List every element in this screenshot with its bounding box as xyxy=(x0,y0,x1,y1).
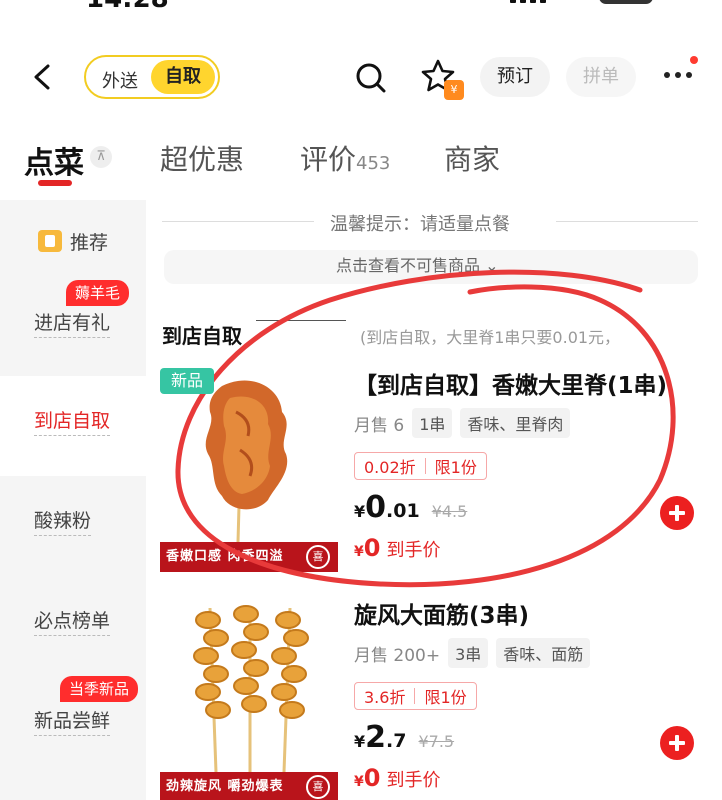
sidebar-badge: 薅羊毛 xyxy=(66,280,130,306)
final-currency: ¥ xyxy=(354,774,364,790)
sidebar-item-hot-sour-noodles[interactable]: 酸辣粉 xyxy=(0,476,146,576)
product-card[interactable]: 新品 香嫩口感 肉香四溢 喜 【到店自取】香嫩大里脊(1串) 月售 6 1串 香… xyxy=(146,368,722,598)
limit-label: 限1份 xyxy=(424,688,467,707)
status-time: 14:28 xyxy=(86,0,169,14)
reviews-count: 453 xyxy=(356,153,391,174)
tab-reviews-label: 评价 xyxy=(300,143,357,176)
section-title: 到店自取 xyxy=(162,324,242,348)
promo-tag: 0.02折 限1份 xyxy=(354,452,487,480)
pickup-option[interactable]: 自取 xyxy=(151,60,215,94)
product-image[interactable]: 香嫩口感 肉香四溢 喜 xyxy=(160,368,338,572)
delivery-option[interactable]: 外送 xyxy=(102,67,138,93)
product-chip: 1串 xyxy=(412,408,453,438)
discount-label: 3.6折 xyxy=(364,688,406,707)
product-name[interactable]: 【到店自取】香嫩大里脊(1串) xyxy=(354,366,667,400)
skewer-meat-illustration xyxy=(205,380,288,543)
sidebar-item-label: 到店自取 xyxy=(34,406,111,436)
sidebar-item-new-items[interactable]: 当季新品 新品尝鲜 xyxy=(0,666,146,766)
back-arrow-icon[interactable] xyxy=(28,62,58,92)
limit-label: 限1份 xyxy=(434,458,477,477)
product-image[interactable]: 劲辣旋风 嚼劲爆表 喜 xyxy=(160,598,338,800)
network-type: 5G xyxy=(556,0,589,5)
more-options-icon[interactable] xyxy=(664,72,692,78)
final-price: ¥ 0 到手价 xyxy=(354,764,440,792)
brand-seal: 喜 xyxy=(306,775,330,799)
section-rule xyxy=(256,320,346,321)
sidebar-item-label: 推荐 xyxy=(70,232,109,254)
status-bar: 14:28 5G 77 xyxy=(0,0,722,14)
reserve-button[interactable]: 预订 xyxy=(480,57,550,97)
original-price: ¥7.5 xyxy=(418,732,455,751)
sidebar-item-label: 酸辣粉 xyxy=(34,506,92,536)
sidebar-badge: 当季新品 xyxy=(60,676,139,702)
brand-seal: 喜 xyxy=(306,545,330,569)
final-price-label: 到手价 xyxy=(386,540,441,561)
gluten-skewers-illustration xyxy=(193,605,309,773)
final-price-label: 到手价 xyxy=(386,770,441,791)
unavailable-items-link[interactable]: 点击查看不可售商品 ⌄ xyxy=(164,250,698,284)
tab-order[interactable]: 点菜 xyxy=(24,138,84,182)
product-meta: 月售 6 1串 香味、里脊肉 xyxy=(354,408,571,438)
price: ¥ 2 .7 ¥7.5 xyxy=(354,720,454,755)
product-chip: 香味、面筋 xyxy=(496,638,591,668)
price-decimal: .01 xyxy=(386,500,420,522)
final-price: ¥ 0 到手价 xyxy=(354,534,440,562)
sidebar-item-welcome-gift[interactable]: 薅羊毛 进店有礼 xyxy=(0,276,146,376)
add-to-cart-button[interactable] xyxy=(660,726,694,760)
product-chip: 香味、里脊肉 xyxy=(460,408,571,438)
monthly-sales: 月售 200+ xyxy=(354,645,441,666)
recommend-icon xyxy=(38,230,62,252)
category-sidebar: 推荐 薅羊毛 进店有礼 到店自取 酸辣粉 必点榜单 当季新品 新品尝鲜 xyxy=(0,200,146,800)
original-price: ¥4.5 xyxy=(431,502,468,521)
product-chip: 3串 xyxy=(448,638,489,668)
red-packet-badge: ¥ xyxy=(444,80,464,100)
signal-icon xyxy=(510,0,546,3)
top-nav-bar: 外送 自取 ¥ 预订 拼单 xyxy=(0,50,722,106)
store-tabs: 点菜 ⊼ 超优惠 评价453 商家 xyxy=(0,138,722,190)
price-integer: 2 xyxy=(365,720,387,755)
divider xyxy=(556,221,698,222)
status-indicators: 5G 77 xyxy=(510,0,654,5)
add-to-cart-button[interactable] xyxy=(660,496,694,530)
price-integer: 0 xyxy=(365,490,387,525)
unavailable-items-label: 点击查看不可售商品 ⌄ xyxy=(336,256,499,275)
delivery-pickup-toggle[interactable]: 外送 自取 xyxy=(84,55,220,99)
search-icon[interactable] xyxy=(354,61,388,95)
product-list: 温馨提示：请适量点餐 点击查看不可售商品 ⌄ 到店自取 (到店自取，大里脊1串只… xyxy=(146,200,722,800)
tab-active-indicator xyxy=(38,180,72,186)
sidebar-item-label: 必点榜单 xyxy=(34,606,111,636)
currency-symbol: ¥ xyxy=(354,732,366,751)
sidebar-item-pickup[interactable]: 到店自取 xyxy=(0,376,146,476)
currency-symbol: ¥ xyxy=(354,502,366,521)
promo-tag: 3.6折 限1份 xyxy=(354,682,477,710)
collapse-icon[interactable]: ⊼ xyxy=(90,146,112,168)
sidebar-item-label: 进店有礼 xyxy=(34,308,111,338)
product-meta: 月售 200+ 3串 香味、面筋 xyxy=(354,638,591,668)
group-order-button[interactable]: 拼单 xyxy=(566,57,636,97)
tab-merchant[interactable]: 商家 xyxy=(444,138,500,178)
price-decimal: .7 xyxy=(386,730,407,752)
final-amount: 0 xyxy=(363,764,381,792)
tab-deals[interactable]: 超优惠 xyxy=(160,138,244,178)
section-description: (到店自取，大里脊1串只要0.01元， xyxy=(360,328,621,347)
monthly-sales: 月售 6 xyxy=(354,415,405,436)
notification-dot xyxy=(690,56,698,64)
divider xyxy=(162,221,314,222)
tab-reviews[interactable]: 评价453 xyxy=(300,138,390,178)
sidebar-item-label: 新品尝鲜 xyxy=(34,706,111,736)
new-tag: 新品 xyxy=(160,368,214,394)
sidebar-item-must-order[interactable]: 必点榜单 xyxy=(0,576,146,676)
final-currency: ¥ xyxy=(354,544,364,560)
product-card[interactable]: 劲辣旋风 嚼劲爆表 喜 旋风大面筋(3串) 月售 200+ 3串 香味、面筋 3… xyxy=(146,598,722,800)
tip-text: 温馨提示：请适量点餐 xyxy=(330,214,510,235)
discount-label: 0.02折 xyxy=(364,458,416,477)
product-name[interactable]: 旋风大面筋(3串) xyxy=(354,596,529,630)
battery-icon: 77 xyxy=(599,0,654,4)
price: ¥ 0 .01 ¥4.5 xyxy=(354,490,467,525)
final-amount: 0 xyxy=(363,534,381,562)
